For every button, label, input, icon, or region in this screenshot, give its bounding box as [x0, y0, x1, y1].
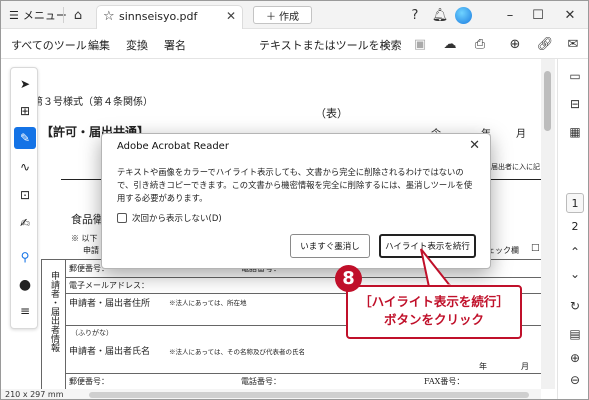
row-address-note: ※法人にあっては、所在地 [169, 299, 247, 307]
star-icon[interactable]: ☆ [103, 9, 115, 24]
page-info-icon[interactable]: ▤ [566, 325, 584, 343]
chevron-up-icon[interactable]: ⌃ [566, 243, 584, 261]
divider [63, 7, 64, 23]
bell-icon[interactable]: 🔔︎ [431, 6, 449, 24]
row-email: 電子メールアドレス： [69, 281, 149, 290]
form-number: 第３号様式（第４条関係） [33, 97, 153, 108]
header-note: 届出者に入に記 [491, 163, 540, 171]
comment-add-icon[interactable]: ⊞ [14, 100, 36, 122]
page-size: 210 x 297 mm [5, 390, 64, 399]
menu-label: メニュー [22, 9, 67, 22]
save-icon[interactable]: ▣ [411, 35, 429, 53]
divider [65, 277, 541, 278]
search-icon[interactable]: ⌕ [375, 35, 393, 53]
page-1-button[interactable]: 1 [566, 193, 584, 213]
side-label: （表） [315, 107, 348, 120]
checkbox-icon[interactable] [117, 213, 127, 223]
step-number-badge: 8 [335, 265, 362, 292]
right-rail: ▭ ⊟ ▦ 1 2 ⌃ ⌄ ↻ ▤ ⊕ ⊖ [557, 59, 588, 399]
menu-all-tools[interactable]: すべてのツール [11, 37, 87, 53]
row-postal-2: 郵便番号： [69, 377, 109, 386]
row-name-note: ※法人にあっては、その名称及び代表者の氏名 [169, 348, 306, 356]
draw-freehand-icon[interactable]: ∿ [14, 156, 36, 178]
dialog-title: Adobe Acrobat Reader [117, 141, 229, 152]
row-name: 申請者・届出者氏名 [69, 347, 151, 357]
minimize-icon[interactable]: – [501, 6, 519, 24]
row-year: 年 [479, 362, 487, 371]
row-furigana: （ふりがな） [71, 329, 113, 337]
link-icon[interactable]: 🔗︎ [536, 35, 554, 53]
row-address: 申請者・届出者住所 [69, 299, 151, 309]
main-toolbar: すべてのツール 編集 変換 署名 テキストまたはツールを検索 ⌕ ▣ ☁ ⎙ ⊕… [1, 29, 588, 59]
plus-icon: ＋ [266, 11, 276, 23]
select-tool-icon[interactable]: ➤ [14, 73, 36, 95]
create-button[interactable]: ＋ 作成 [253, 6, 312, 24]
document-tab[interactable]: ☆ sinnseisyo.pdf ✕ [96, 5, 243, 29]
text-box-icon[interactable]: ⊡ [14, 184, 36, 206]
vertical-scrollbar[interactable] [541, 59, 555, 389]
comments-panel-icon[interactable]: ▭ [566, 67, 584, 85]
bullet-text: ※ 以下 [71, 234, 98, 243]
avatar[interactable] [455, 7, 472, 24]
food-text: 食品衛 [71, 213, 104, 226]
hamburger-icon: ☰ [9, 8, 19, 22]
column-label: 申請者・届出者情報 [49, 271, 59, 352]
menu-button[interactable]: ☰ メニュー [9, 7, 67, 23]
upload-cloud-icon[interactable]: ☁ [441, 35, 459, 53]
instruction-callout: ［ハイライト表示を続行］ ボタンをクリック [346, 285, 522, 339]
thumbnails-icon[interactable]: ▦ [566, 123, 584, 141]
divider [41, 259, 42, 389]
page-2-button[interactable]: 2 [566, 216, 584, 236]
acrobat-dialog: Adobe Acrobat Reader ✕ テキストや画像をカラーでハイライト… [101, 133, 491, 269]
chevron-down-icon[interactable]: ⌄ [566, 265, 584, 283]
dialog-close-icon[interactable]: ✕ [469, 138, 480, 153]
menu-edit[interactable]: 編集 [88, 37, 110, 53]
add-user-icon[interactable]: ⊕ [506, 35, 524, 53]
divider [65, 373, 541, 374]
zoom-in-icon[interactable]: ⊕ [566, 349, 584, 367]
window-close-icon[interactable]: ✕ [561, 6, 579, 24]
applicant-short: 申請 [83, 246, 99, 255]
mail-icon[interactable]: ✉ [564, 35, 582, 53]
zoom-out-icon[interactable]: ⊖ [566, 371, 584, 389]
acrobat-window: ☰ メニュー ⌂ ☆ sinnseisyo.pdf ✕ ＋ 作成 ? 🔔︎ – … [0, 0, 589, 400]
scroll-thumb[interactable] [544, 71, 551, 131]
title-bar: ☰ メニュー ⌂ ☆ sinnseisyo.pdf ✕ ＋ 作成 ? 🔔︎ – … [1, 1, 588, 29]
more-tools-icon[interactable]: ≡ [14, 300, 36, 322]
menu-sign[interactable]: 署名 [164, 37, 186, 53]
row-phone-2: 電話番号： [241, 377, 281, 386]
tab-filename: sinnseisyo.pdf [119, 10, 198, 23]
checkbox-icon: □ [531, 243, 540, 253]
color-dot-icon[interactable]: ● [14, 274, 36, 296]
dont-show-again-checkbox[interactable]: 次回から表示しない(D) [117, 212, 222, 224]
tool-rail: ➤ ⊞ ✎ ∿ ⊡ ✍ ⚲ ● ≡ [10, 67, 38, 329]
divider [65, 259, 66, 389]
refresh-icon[interactable]: ↻ [566, 297, 584, 315]
print-icon[interactable]: ⎙ [471, 35, 489, 53]
row-fax: FAX番号： [424, 377, 465, 386]
callout-line-1: ［ハイライト表示を続行］ [359, 294, 509, 309]
maximize-icon[interactable]: ☐ [529, 6, 547, 24]
row-month: 月 [521, 362, 529, 371]
bookmark-icon[interactable]: ⊟ [566, 95, 584, 113]
sign-pen-icon[interactable]: ✍ [14, 212, 36, 234]
checkbox-label: 次回から表示しない(D) [132, 214, 222, 224]
create-label: 作成 [279, 11, 299, 23]
dialog-message: テキストや画像をカラーでハイライト表示しても、文書から完全に削除されるわけではな… [117, 167, 473, 203]
home-icon[interactable]: ⌂ [69, 6, 87, 24]
callout-line-2: ボタンをクリック [383, 312, 484, 327]
help-icon[interactable]: ? [406, 6, 424, 24]
redact-now-button[interactable]: いますぐ墨消し [290, 234, 370, 258]
menu-convert[interactable]: 変換 [126, 37, 148, 53]
continue-highlight-button[interactable]: ハイライト表示を続行 [379, 234, 476, 258]
horizontal-scrollbar[interactable] [89, 392, 529, 398]
close-tab-icon[interactable]: ✕ [226, 9, 236, 23]
header-month: 月 [516, 129, 526, 140]
highlight-pen-icon[interactable]: ✎ [14, 127, 36, 149]
pin-icon[interactable]: ⚲ [14, 246, 36, 268]
